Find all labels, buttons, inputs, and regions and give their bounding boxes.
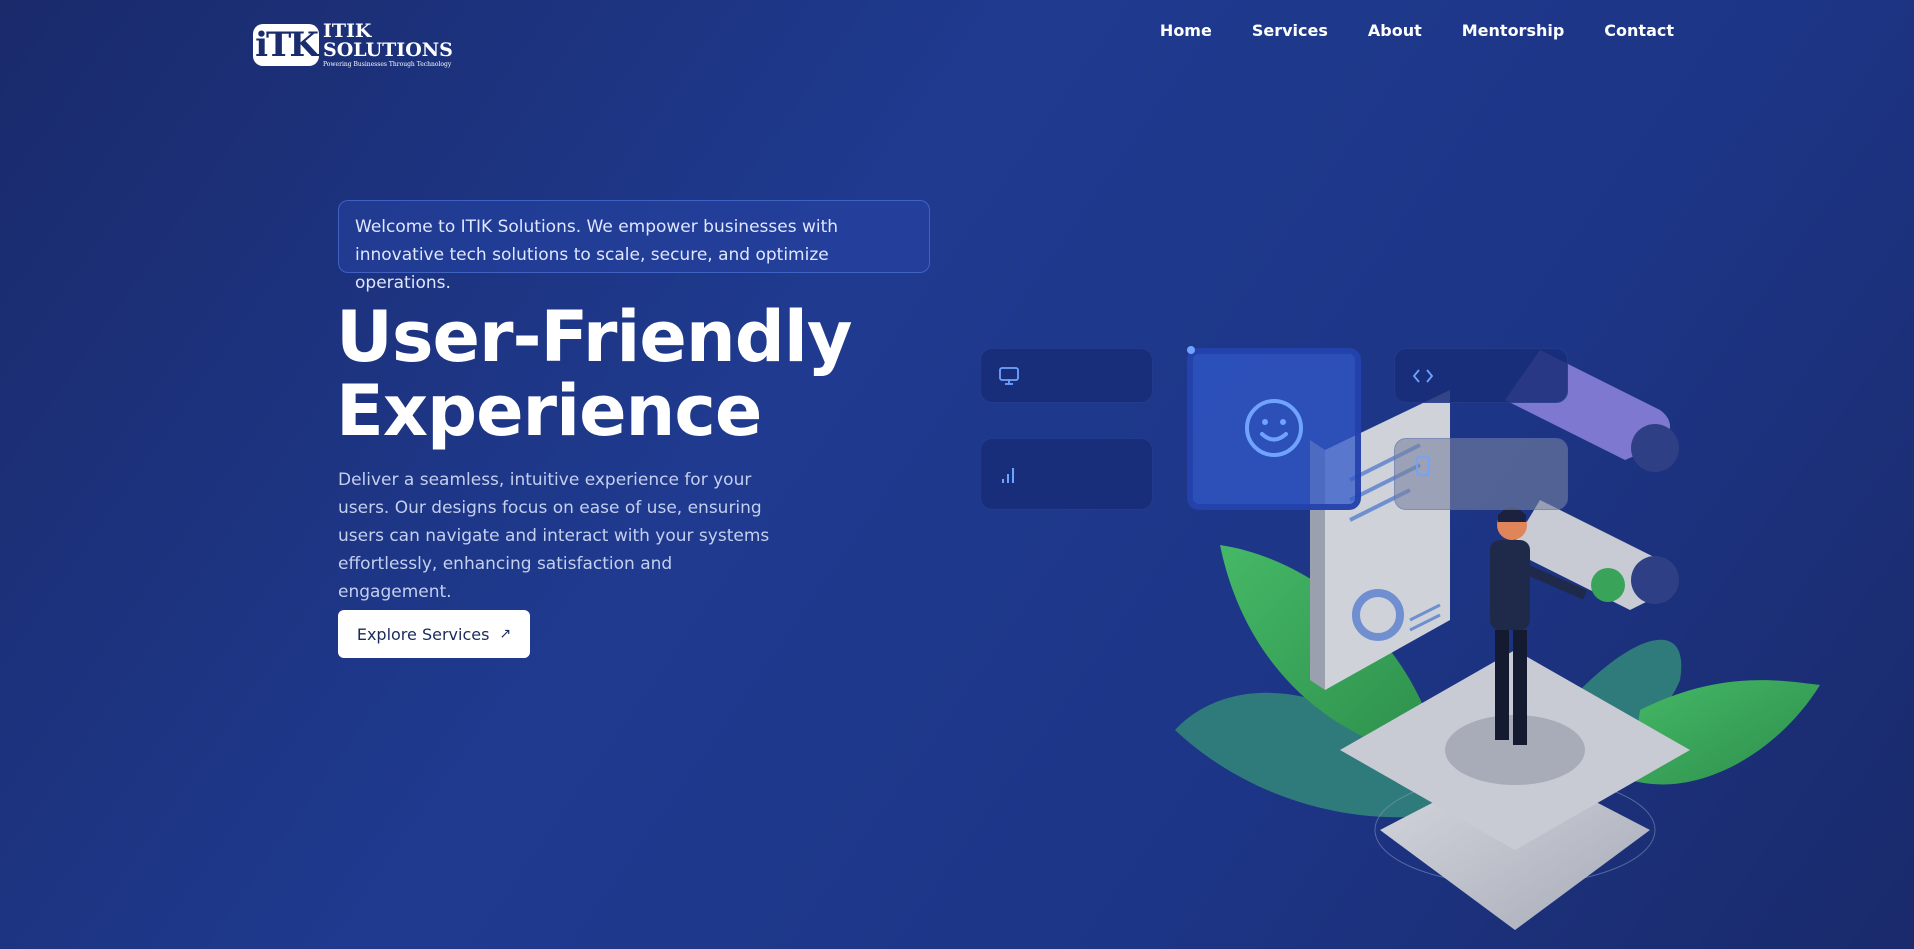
logo-mark: iTK — [253, 24, 319, 66]
monitor-card — [980, 348, 1153, 403]
logo[interactable]: iTK ITIK SOLUTIONS Powering Businesses T… — [253, 22, 453, 68]
bar-chart-icon — [1002, 468, 1014, 483]
hero-headline: User-Friendly Experience — [336, 296, 852, 452]
logo-text: ITIK SOLUTIONS Powering Businesses Throu… — [323, 22, 453, 68]
headline-line1: User-Friendly — [336, 296, 852, 378]
person-body — [1490, 540, 1530, 630]
welcome-banner: Welcome to ITIK Solutions. We empower bu… — [338, 200, 930, 293]
hero-description: Deliver a seamless, intuitive experience… — [338, 470, 770, 602]
arrow-up-right-icon: ↗ — [499, 626, 512, 642]
analytics-card — [980, 438, 1153, 510]
satisfaction-card — [1187, 348, 1361, 510]
logo-name-line2: SOLUTIONS — [323, 39, 453, 61]
code-icon — [1412, 369, 1434, 383]
mobile-card — [1394, 438, 1568, 510]
explore-services-label: Explore Services — [356, 624, 490, 644]
monitor-icon — [999, 367, 1019, 385]
nav-mentorship[interactable]: Mentorship — [1462, 21, 1565, 40]
nav-contact[interactable]: Contact — [1604, 21, 1674, 40]
main-nav: Home Services About Mentorship Contact — [1160, 21, 1674, 40]
status-dot — [1187, 346, 1195, 354]
code-card — [1394, 348, 1568, 403]
nav-services[interactable]: Services — [1252, 21, 1328, 40]
nav-home[interactable]: Home — [1160, 21, 1212, 40]
logo-tagline: Powering Businesses Through Technology — [323, 61, 452, 68]
headline-line2: Experience — [336, 370, 762, 452]
nav-about[interactable]: About — [1368, 21, 1422, 40]
tablet-icon — [1416, 456, 1430, 476]
smiley-icon — [1245, 399, 1303, 457]
explore-services-button[interactable]: Explore Services ↗ — [338, 610, 530, 658]
